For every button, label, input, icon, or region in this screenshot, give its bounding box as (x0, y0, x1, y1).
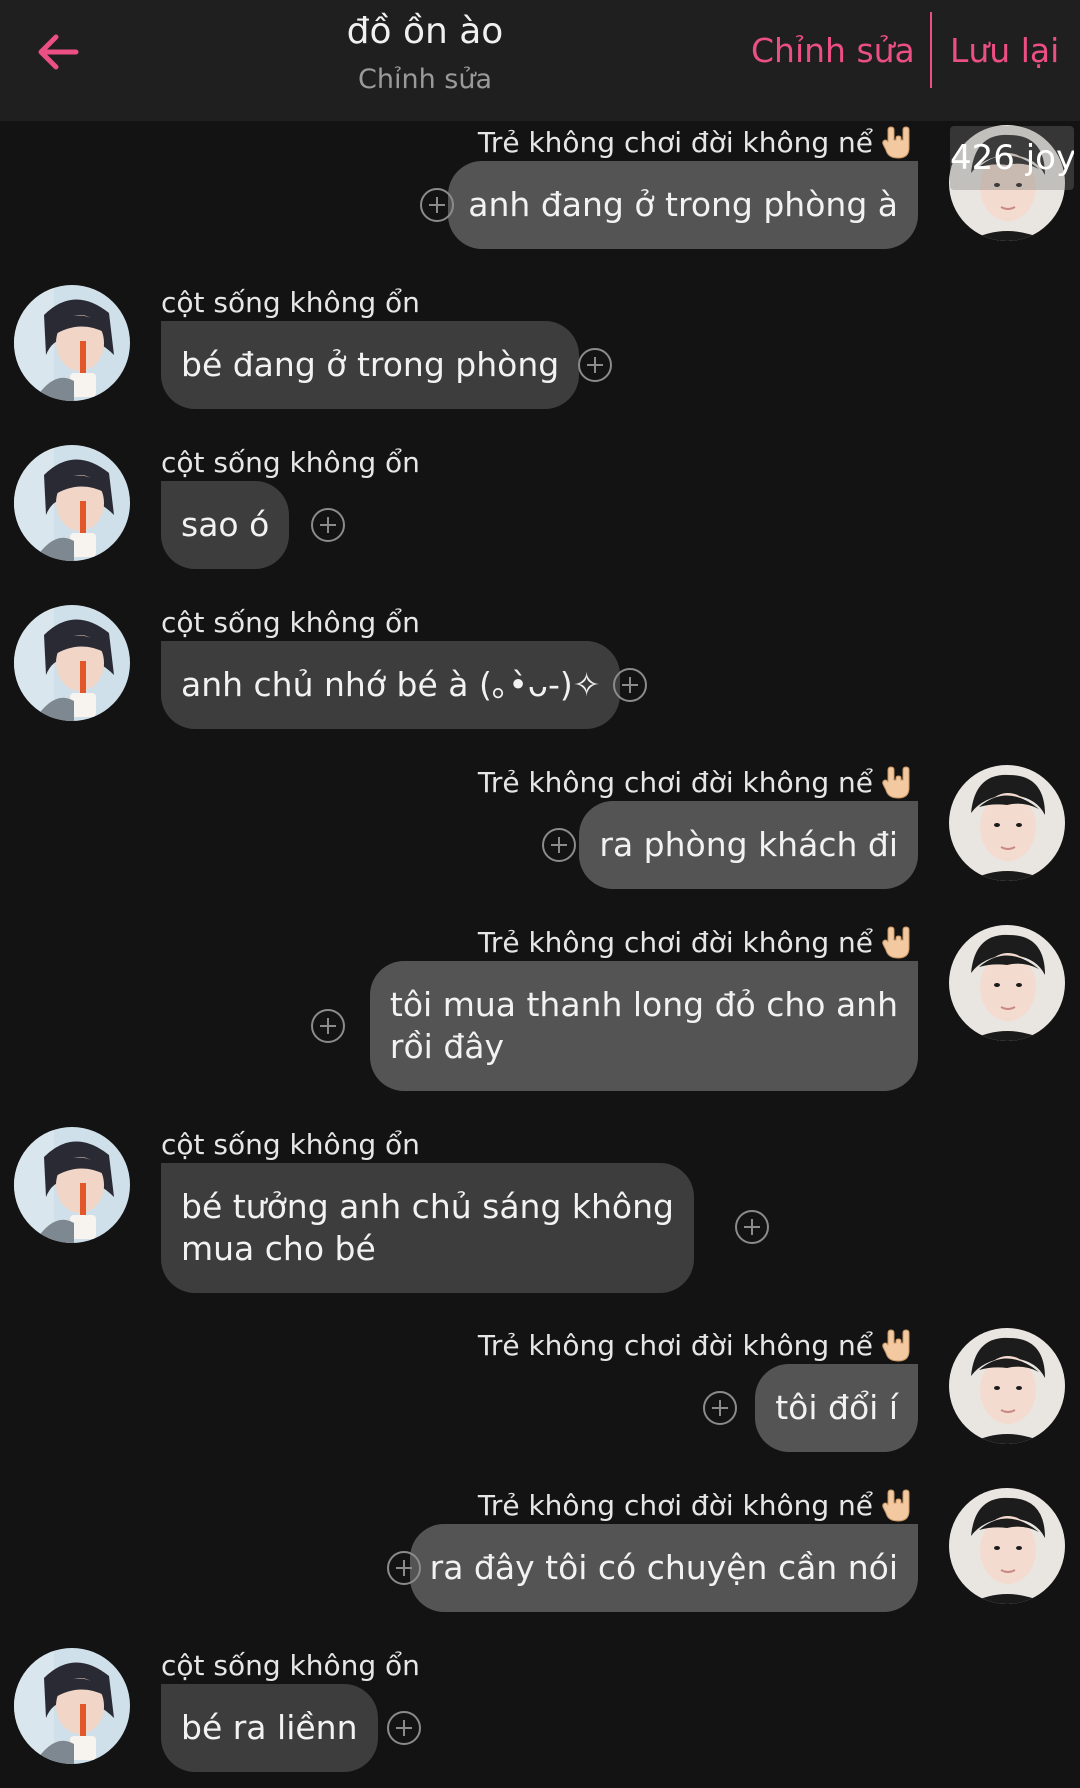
hand-rock-emoji-icon (879, 924, 917, 962)
top-bar: đồ ồn ào Chỉnh sửa Chỉnh sửa Lưu lại (0, 0, 1080, 121)
message-bubble[interactable]: ra phòng khách đi (579, 801, 918, 889)
header-divider (930, 12, 932, 88)
back-arrow-icon (38, 34, 79, 70)
add-reaction-icon[interactable] (387, 1711, 421, 1745)
avatar-girl[interactable] (14, 605, 130, 721)
sender-name: cột sống không ổn (161, 606, 420, 639)
add-reaction-icon[interactable] (542, 828, 576, 862)
message-bubble[interactable]: anh đang ở trong phòng à (448, 161, 918, 249)
avatar-girl[interactable] (14, 1648, 130, 1764)
add-reaction-icon[interactable] (311, 1009, 345, 1043)
add-reaction-icon[interactable] (578, 348, 612, 382)
avatar-girl[interactable] (14, 1127, 130, 1243)
message-bubble[interactable]: anh chủ nhớ bé à (｡•̀ᴗ-)✧ (161, 641, 621, 729)
chat-list[interactable]: Trẻ không chơi đời không nể anh đang ở t… (0, 121, 1080, 1788)
sender-name: cột sống không ổn (161, 286, 420, 319)
hand-rock-emoji-icon (879, 764, 917, 802)
avatar-girl[interactable] (14, 285, 130, 401)
add-reaction-icon[interactable] (387, 1551, 421, 1585)
avatar-boy[interactable] (949, 765, 1065, 881)
sender-name: Trẻ không chơi đời không nể (478, 761, 917, 805)
page-subtitle: Chỉnh sửa (358, 64, 492, 95)
hand-rock-emoji-icon (879, 1327, 917, 1365)
overlay-label: 426 joy (950, 126, 1074, 190)
sender-name: Trẻ không chơi đời không nể (478, 121, 917, 165)
message-bubble[interactable]: tôi đổi í (755, 1364, 918, 1452)
add-reaction-icon[interactable] (311, 508, 345, 542)
avatar-boy[interactable] (949, 1488, 1065, 1604)
sender-name: Trẻ không chơi đời không nể (478, 921, 917, 965)
edit-button[interactable]: Chỉnh sửa (751, 26, 915, 76)
avatar-boy[interactable] (949, 1328, 1065, 1444)
sender-name: cột sống không ổn (161, 446, 420, 479)
add-reaction-icon[interactable] (703, 1391, 737, 1425)
add-reaction-icon[interactable] (613, 668, 647, 702)
message-bubble[interactable]: bé ra liềnn (161, 1684, 378, 1772)
message-bubble[interactable]: tôi mua thanh long đỏ cho anh rồi đây (369, 961, 918, 1091)
sender-name: Trẻ không chơi đời không nể (478, 1484, 917, 1528)
avatar-boy[interactable] (949, 925, 1065, 1041)
title-block: đồ ồn ào Chỉnh sửa (250, 6, 600, 100)
page-title: đồ ồn ào (346, 11, 504, 52)
hand-rock-emoji-icon (879, 124, 917, 162)
avatar-girl[interactable] (14, 445, 130, 561)
message-bubble[interactable]: bé tưởng anh chủ sáng không mua cho bé (161, 1163, 694, 1293)
message-bubble[interactable]: ra đây tôi có chuyện cần nói (409, 1524, 918, 1612)
add-reaction-icon[interactable] (735, 1210, 769, 1244)
back-button[interactable] (30, 24, 86, 80)
message-bubble[interactable]: bé đang ở trong phòng (161, 321, 580, 409)
save-button[interactable]: Lưu lại (950, 26, 1059, 76)
sender-name: Trẻ không chơi đời không nể (478, 1324, 917, 1368)
add-reaction-icon[interactable] (420, 188, 454, 222)
message-bubble[interactable]: sao ó (161, 481, 290, 569)
hand-rock-emoji-icon (879, 1487, 917, 1525)
sender-name: cột sống không ổn (161, 1649, 420, 1682)
sender-name: cột sống không ổn (161, 1128, 420, 1161)
